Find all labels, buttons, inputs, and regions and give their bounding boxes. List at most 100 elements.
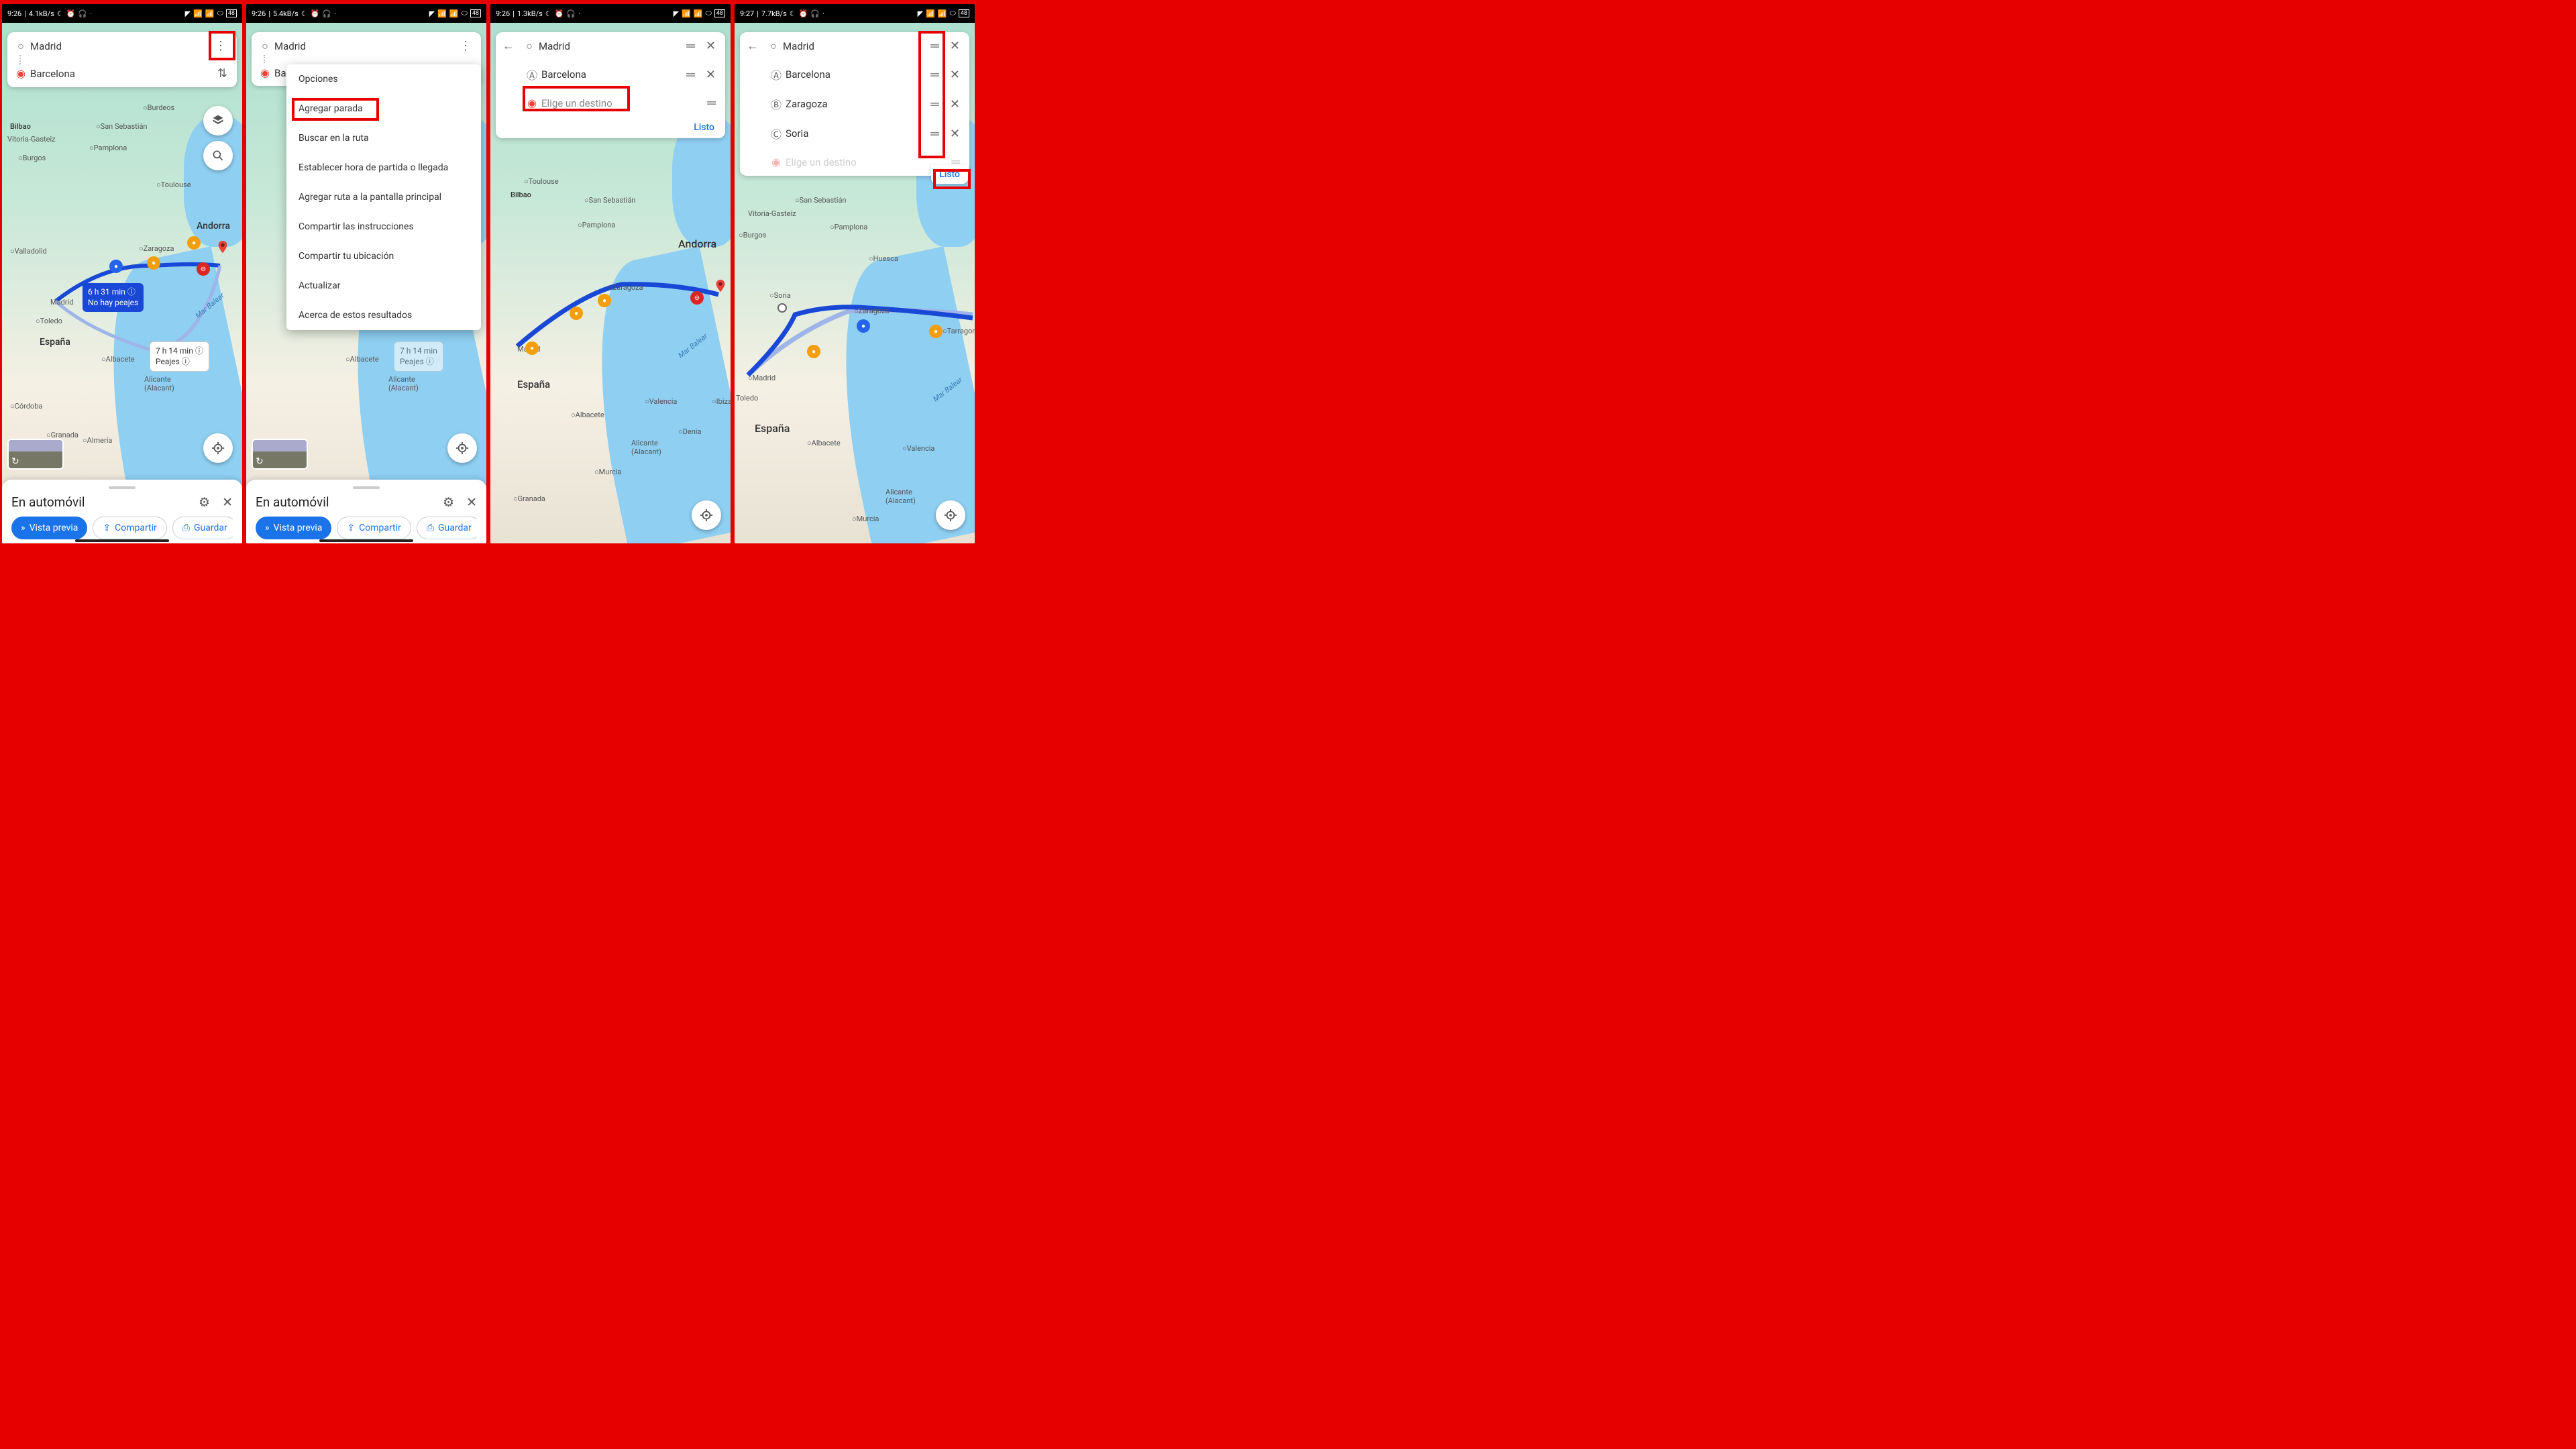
stop-b-row[interactable]: Ⓑ Zaragoza ═ ✕	[740, 89, 969, 119]
place-label: Andorra	[197, 221, 230, 231]
menu-agregar-parada[interactable]: Agregar parada	[286, 94, 481, 123]
choose-destination-row[interactable]: ◉ Elige un destino ═	[496, 89, 725, 117]
drag-handle-icon[interactable]: ═	[925, 97, 945, 111]
save-chip[interactable]: ⎙Guardar	[417, 517, 477, 539]
route-card: ○ Madrid ⋮ ◉ Barcelona ⇅	[7, 32, 237, 87]
place-label: Bilbao	[10, 122, 31, 131]
stop-a-row[interactable]: Ⓐ Barcelona ═ ✕	[496, 60, 725, 89]
origin-row[interactable]: ← ○ Madrid ═ ✕	[740, 32, 969, 60]
bottom-sheet[interactable]: En automóvil ⚙✕ »Vista previa ⇪Compartir…	[246, 480, 486, 543]
recenter-button[interactable]	[936, 500, 965, 530]
place-label: Vitoria-Gasteiz	[7, 135, 56, 144]
destination-icon: ◉	[523, 97, 541, 109]
back-button[interactable]: ←	[500, 39, 520, 53]
drag-handle-icon[interactable]: ═	[925, 68, 945, 82]
moon-icon: ☾	[57, 9, 64, 18]
signal-icon: 📶	[193, 9, 203, 18]
place-label: España	[40, 337, 70, 347]
drag-handle-icon[interactable]: ═	[925, 39, 945, 53]
status-bar: 9:27|7.7kB/s☾⏰🎧· ◤📶📶⬭48	[735, 4, 975, 23]
swap-button[interactable]: ⇅	[212, 66, 233, 80]
share-icon: ⇪	[103, 523, 111, 533]
sheet-handle[interactable]	[109, 486, 136, 489]
streetview-thumbnail[interactable]	[252, 439, 308, 470]
drag-handle-icon[interactable]: ═	[681, 39, 700, 53]
drag-handle-icon[interactable]: ═	[925, 127, 945, 141]
origin-text: Madrid	[30, 40, 209, 52]
destination-icon: ◉	[11, 67, 30, 80]
origin-row[interactable]: ○ Madrid ⋮	[7, 32, 237, 60]
screenshot-1: 9:26|4.1kB/s☾⏰🎧· ◤📶📶⬭48 Bilbao Vitoria-G…	[2, 4, 242, 543]
origin-row[interactable]: ← ○ Madrid ═ ✕	[496, 32, 725, 60]
save-chip[interactable]: ⎙Guardar	[172, 517, 233, 539]
tune-icon[interactable]: ⚙	[199, 494, 210, 510]
menu-hora-partida[interactable]: Establecer hora de partida o llegada	[286, 153, 481, 182]
origin-icon: ○	[11, 40, 30, 53]
status-bar: 9:26|5.4kB/s☾⏰🎧· ◤📶📶⬭48	[246, 4, 486, 23]
place-label: Madrid	[50, 298, 73, 307]
recenter-button[interactable]	[692, 500, 721, 530]
chevron-icon: »	[21, 523, 25, 533]
bottom-sheet[interactable]: En automóvil ⚙ ✕ »Vista previa ⇪Comparti…	[2, 480, 242, 543]
status-bar: 9:26|1.3kB/s☾⏰🎧· ◤📶📶⬭48	[490, 4, 731, 23]
more-menu-button[interactable]: ⋮	[454, 39, 477, 53]
route-card: ← ○ Madrid ═ ✕ Ⓐ Barcelona ═ ✕ Ⓑ Zaragoz…	[740, 32, 969, 176]
remove-stop-button[interactable]: ✕	[945, 39, 965, 53]
bookmark-icon: ⎙	[182, 523, 190, 533]
menu-acerca[interactable]: Acerca de estos resultados	[286, 301, 481, 330]
remove-stop-button[interactable]: ✕	[945, 127, 965, 141]
signal-icon: 📶	[205, 9, 215, 18]
origin-icon: ○	[256, 40, 274, 53]
route-card: ← ○ Madrid ═ ✕ Ⓐ Barcelona ═ ✕ ◉ Elige u…	[496, 32, 725, 138]
menu-opciones[interactable]: Opciones	[286, 64, 481, 94]
location-icon: ◤	[185, 9, 191, 18]
done-button[interactable]: Listo	[931, 165, 968, 184]
drag-handle-icon[interactable]: ═	[702, 96, 721, 110]
origin-row[interactable]: ○ Madrid ⋮	[252, 32, 481, 60]
more-menu-button[interactable]: ⋮	[209, 39, 232, 53]
destination-pin	[713, 276, 728, 295]
share-chip[interactable]: ⇪Compartir	[337, 517, 411, 539]
menu-compartir-instrucciones[interactable]: Compartir las instrucciones	[286, 212, 481, 241]
menu-buscar-ruta[interactable]: Buscar en la ruta	[286, 123, 481, 153]
headphones-icon: 🎧	[78, 9, 87, 18]
route-callout-alt[interactable]: 7 h 14 min ⓘPeajes ⓘ	[150, 341, 209, 372]
menu-agregar-pantalla[interactable]: Agregar ruta a la pantalla principal	[286, 182, 481, 212]
route-callout-primary[interactable]: 6 h 31 min ⓘNo hay peajes	[83, 283, 144, 312]
stop-a-row[interactable]: Ⓐ Barcelona ═ ✕	[740, 60, 969, 89]
sheet-title: En automóvil	[11, 494, 85, 510]
remove-stop-button[interactable]: ✕	[945, 68, 965, 82]
recenter-button[interactable]	[447, 433, 477, 463]
destination-text: Barcelona	[30, 68, 212, 80]
screenshot-4: 9:27|7.7kB/s☾⏰🎧· ◤📶📶⬭48 ○San Sebastián V…	[735, 4, 975, 543]
destination-icon: ◉	[256, 66, 274, 79]
close-icon[interactable]: ✕	[222, 494, 233, 510]
gesture-bar	[75, 539, 169, 542]
origin-icon: ○	[764, 40, 783, 53]
status-bar: 9:26|4.1kB/s☾⏰🎧· ◤📶📶⬭48	[2, 4, 242, 23]
stop-c-row[interactable]: Ⓒ Soria ═ ✕	[740, 119, 969, 148]
screenshot-2: 9:26|5.4kB/s☾⏰🎧· ◤📶📶⬭48 ○Albacete Alican…	[246, 4, 486, 543]
origin-icon: ○	[520, 40, 539, 53]
destination-row[interactable]: ◉ Barcelona ⇅	[7, 60, 237, 87]
menu-compartir-ubicacion[interactable]: Compartir tu ubicación	[286, 241, 481, 271]
layers-button[interactable]	[203, 106, 233, 136]
stop-a-icon: Ⓐ	[523, 66, 541, 83]
streetview-thumbnail[interactable]	[7, 439, 64, 470]
screenshot-3: 9:26|1.3kB/s☾⏰🎧· ◤📶📶⬭48 ○Toulouse Bilbao…	[490, 4, 731, 543]
done-button[interactable]: Listo	[496, 117, 725, 138]
context-menu: Opciones Agregar parada Buscar en la rut…	[286, 64, 481, 330]
alarm-icon: ⏰	[66, 9, 76, 18]
preview-chip[interactable]: »Vista previa	[256, 517, 331, 539]
recenter-button[interactable]	[203, 433, 233, 463]
search-button[interactable]	[203, 141, 233, 170]
back-button[interactable]: ←	[744, 39, 764, 53]
remove-stop-button[interactable]: ✕	[700, 39, 721, 53]
remove-stop-button[interactable]: ✕	[700, 68, 721, 82]
share-chip[interactable]: ⇪Compartir	[93, 517, 166, 539]
remove-stop-button[interactable]: ✕	[945, 97, 965, 111]
destination-pin	[215, 237, 230, 256]
preview-chip[interactable]: »Vista previa	[11, 517, 87, 539]
drag-handle-icon[interactable]: ═	[681, 68, 700, 82]
menu-actualizar[interactable]: Actualizar	[286, 271, 481, 301]
